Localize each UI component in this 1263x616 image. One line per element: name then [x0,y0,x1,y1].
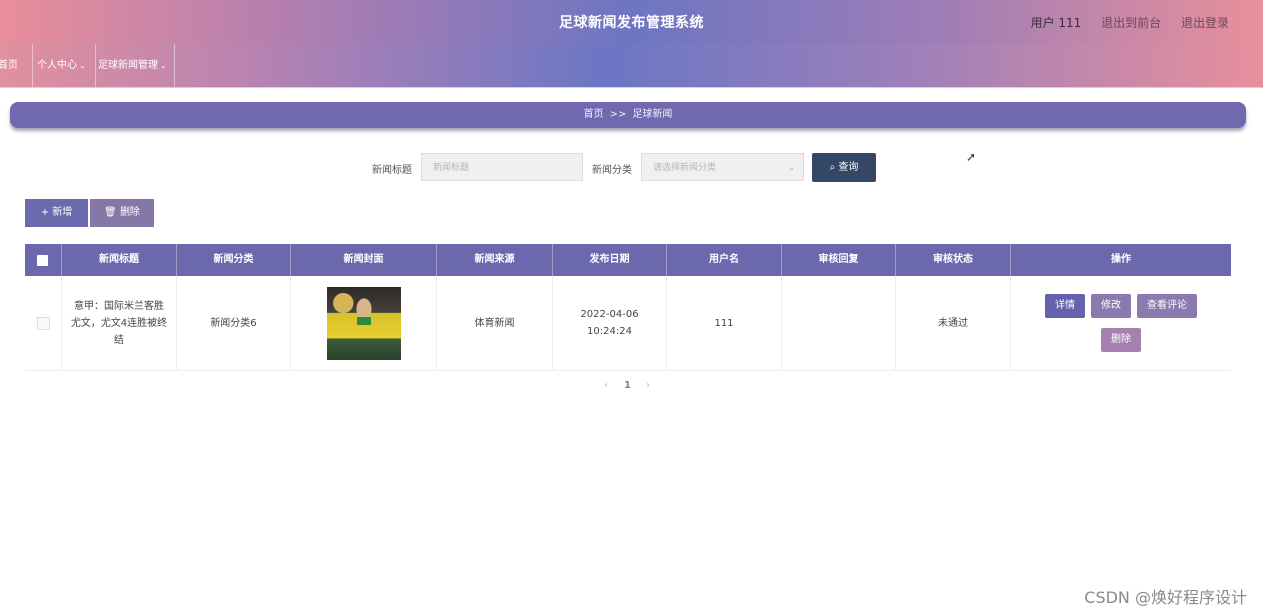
add-button[interactable]: + 新增 [25,199,88,227]
row-select-cell [25,276,62,370]
nav-item-home[interactable]: 首页 [0,44,33,87]
breadcrumb-separator: >> [609,109,627,120]
nav-item-label: 足球新闻管理 [98,60,158,71]
chevron-down-icon: ⌄ [79,61,86,70]
breadcrumb-home[interactable]: 首页 [584,109,604,120]
cell-source: 体育新闻 [437,276,553,370]
cell-review-status: 未通过 [896,276,1011,370]
table-header: 新闻标题 新闻分类 新闻封面 新闻来源 发布日期 用户名 审核回复 审核状态 操… [25,244,1231,276]
column-header: 新闻分类 [177,244,291,276]
row-checkbox[interactable] [36,316,50,330]
header-user-area: 用户 111 退出到前台 退出登录 [1015,14,1229,31]
prev-page-icon[interactable]: ‹ [604,380,608,391]
cell-date: 2022-04-06 10:24:24 [553,276,667,370]
view-comments-button[interactable]: 查看评论 [1137,294,1197,318]
nav-item-football-news-mgmt[interactable]: 足球新闻管理 ⌄ [94,44,175,87]
title-filter-label: 新闻标题 [372,165,412,176]
add-button-label: 新增 [52,207,73,218]
query-button[interactable]: ⌕ 查询 [812,153,876,182]
select-all-cell [25,244,62,276]
select-all-checkbox[interactable] [37,255,48,266]
search-icon: ⌕ [829,162,836,173]
chevron-down-icon: ⌄ [160,61,167,70]
batch-delete-button[interactable]: 🗑 删除 [90,199,154,227]
breadcrumb: 首页 >> 足球新闻 [10,102,1246,128]
category-select-placeholder: 请选择新闻分类 [653,163,717,173]
chevron-down-icon: ⌄ [788,163,795,172]
cell-actions: 详情 修改 查看评论 删除 [1011,276,1231,370]
column-header: 用户名 [667,244,782,276]
column-header: 审核回复 [782,244,896,276]
column-header: 新闻标题 [62,244,177,276]
pagination: ‹ 1 › [600,380,660,394]
cell-title: 意甲：国际米兰客胜尤文，尤文4连胜被终结 [62,276,177,370]
breadcrumb-current: 足球新闻 [632,109,673,120]
title-search-input[interactable]: 新闻标题 [421,153,583,181]
category-select[interactable]: 请选择新闻分类 ⌄ [641,153,804,181]
cell-username: 111 [667,276,782,370]
delete-button-label: 删除 [119,207,140,218]
current-user-label: 用户 111 [1030,16,1082,30]
detail-button[interactable]: 详情 [1045,294,1085,318]
watermark: CSDN @焕好程序设计 [1084,588,1247,607]
cell-cover [291,276,437,370]
category-filter-label: 新闻分类 [592,165,632,176]
nav-item-personal-center[interactable]: 个人中心 ⌄ [33,44,96,87]
top-header: 足球新闻发布管理系统 用户 111 退出到前台 退出登录 [0,0,1263,44]
exit-to-front-link[interactable]: 退出到前台 [1101,16,1161,30]
page-number-current[interactable]: 1 [624,380,631,391]
delete-row-button[interactable]: 删除 [1101,328,1141,352]
column-header: 新闻来源 [437,244,553,276]
logout-link[interactable]: 退出登录 [1181,16,1229,30]
nav-item-label: 个人中心 [37,60,77,71]
next-page-icon[interactable]: › [646,380,650,391]
nav-item-label: 首页 [0,60,18,71]
plus-icon: + [40,207,50,218]
column-header: 审核状态 [896,244,1011,276]
cell-category: 新闻分类6 [177,276,291,370]
column-header: 操作 [1111,254,1131,265]
column-header: 发布日期 [553,244,667,276]
table-row: 意甲：国际米兰客胜尤文，尤文4连胜被终结 新闻分类6 体育新闻 2022-04-… [25,276,1231,371]
search-bar: 新闻标题 新闻标题 新闻分类 请选择新闻分类 ⌄ ⌕ 查询 [0,153,1263,183]
mouse-cursor-icon: ➚ [966,150,977,164]
query-button-label: 查询 [838,162,859,173]
cell-review-reply [782,276,896,370]
news-cover-image [326,286,401,360]
column-header: 新闻封面 [291,244,437,276]
edit-button[interactable]: 修改 [1091,294,1131,318]
main-nav: 首页 个人中心 ⌄ 足球新闻管理 ⌄ [0,44,1263,88]
trash-icon: 🗑 [104,207,117,218]
